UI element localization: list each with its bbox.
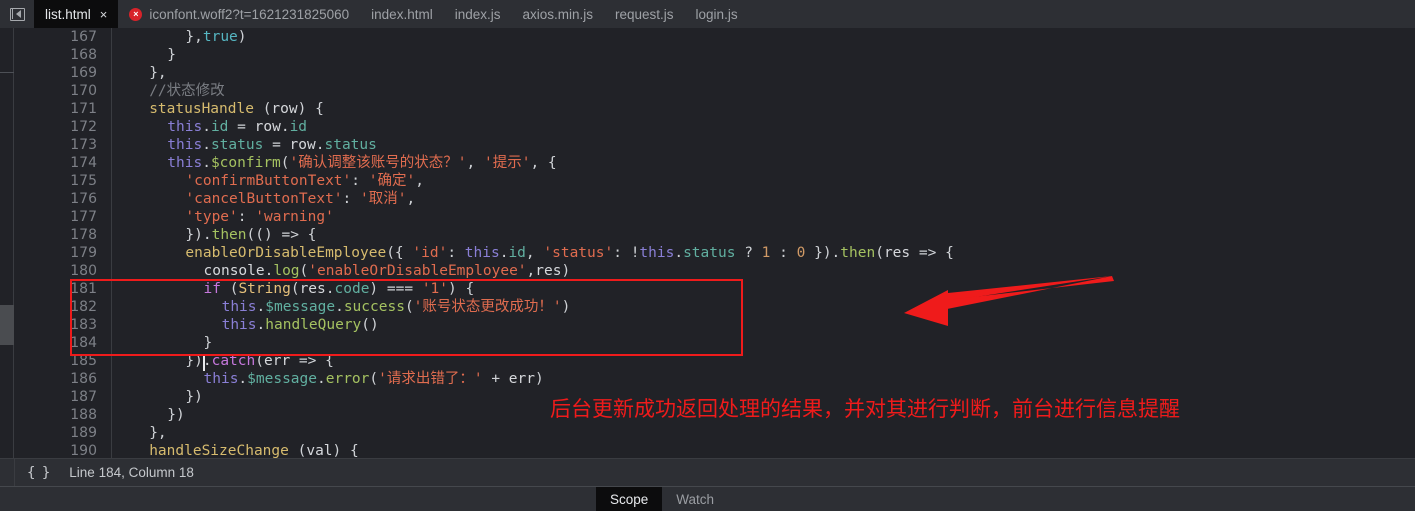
- tab-label: login.js: [695, 6, 738, 22]
- tab-label: request.js: [615, 6, 674, 22]
- tab-label: axios.min.js: [522, 6, 594, 22]
- code-line-186: this.$message.error('请求出错了：' + err): [203, 371, 544, 387]
- code-line-175: 'confirmButtonText': '确定',: [185, 173, 424, 189]
- annotation-note: 后台更新成功返回处理的结果，并对其进行判断，前台进行信息提醒: [550, 397, 1180, 421]
- line-number: 173: [70, 137, 97, 153]
- code-line-177: 'type': 'warning': [185, 209, 334, 225]
- line-number: 188: [70, 407, 97, 423]
- code-line-187: }): [185, 389, 203, 405]
- code-line-179: enableOrDisableEmployee({ 'id': this.id,…: [185, 245, 954, 261]
- code-line-183: this.handleQuery(): [221, 317, 379, 333]
- editor-tab-index[interactable]: index.html: [360, 0, 444, 28]
- tab-label: list.html: [45, 6, 91, 22]
- line-number: 185: [70, 353, 97, 369]
- code-line-185: }).catch(err => {: [185, 353, 334, 369]
- line-number: 167: [70, 29, 97, 45]
- editor-tab-index[interactable]: index.js: [444, 0, 512, 28]
- code-line-168: }: [167, 47, 177, 63]
- code-line-174: this.$confirm('确认调整该账号的状态？', '提示', {: [167, 155, 557, 171]
- code-line-169: },: [149, 65, 167, 81]
- editor-code-area[interactable]: },true)}}, //状态修改 statusHandle (row) { this…: [113, 28, 1415, 458]
- line-number: 177: [70, 209, 97, 225]
- code-line-176: 'cancelButtonText': '取消',: [185, 191, 416, 207]
- line-number: 168: [70, 47, 97, 63]
- code-line-178: }).then(() => {: [185, 227, 317, 243]
- code-line-188: }): [167, 407, 185, 423]
- tab-label: index.html: [371, 6, 433, 22]
- code-line-171: statusHandle (row) {: [149, 101, 324, 117]
- line-number: 182: [70, 299, 97, 315]
- line-number: 171: [70, 101, 97, 117]
- line-number: 187: [70, 389, 97, 405]
- scroll-thumb[interactable]: [0, 305, 14, 345]
- editor-tab-iconfont[interactable]: iconfont.woff2?t=1621231825060: [118, 0, 360, 28]
- code-line-181: if (String(res.code) === '1') {: [203, 281, 475, 297]
- line-number: 170: [70, 83, 97, 99]
- editor-overview-ruler[interactable]: [0, 28, 14, 458]
- code-line-190: handleSizeChange (val) {: [149, 443, 359, 458]
- cursor-position-label[interactable]: Line 184, Column 18: [69, 465, 194, 480]
- line-number: 184: [70, 335, 97, 351]
- status-bar: { } Line 184, Column 18: [0, 458, 1415, 487]
- debugger-tab-list: Scope Watch: [596, 487, 728, 511]
- text-caret: [203, 354, 205, 371]
- line-number: 186: [70, 371, 97, 387]
- line-number: 179: [70, 245, 97, 261]
- line-number: 180: [70, 263, 97, 279]
- line-number: 172: [70, 119, 97, 135]
- editor-window: list.html × iconfont.woff2?t=1621231825060…: [0, 0, 1415, 511]
- toggle-panel-icon[interactable]: [0, 0, 34, 28]
- code-line-167: },true): [185, 29, 247, 45]
- code-line-180: console.log('enableOrDisableEmployee',re…: [203, 263, 571, 279]
- debugger-panel: Scope Watch: [0, 486, 1415, 511]
- line-number: 189: [70, 425, 97, 441]
- tab-label: index.js: [454, 6, 501, 22]
- tab-close-icon[interactable]: ×: [100, 8, 108, 21]
- code-line-173: this.status = row.status: [167, 137, 377, 153]
- editor-tab-login[interactable]: login.js: [685, 0, 749, 28]
- code-line-189: },: [149, 425, 167, 441]
- tab-error-icon: [129, 7, 143, 21]
- debugger-tab-watch[interactable]: Watch: [662, 487, 728, 511]
- line-number: 178: [70, 227, 97, 243]
- line-number: 175: [70, 173, 97, 189]
- line-number: 176: [70, 191, 97, 207]
- tab-label: iconfont.woff2?t=1621231825060: [149, 6, 350, 22]
- line-number: 174: [70, 155, 97, 171]
- code-line-182: this.$message.success('账号状态更改成功！'): [221, 299, 571, 315]
- code-line-184: }: [203, 335, 213, 351]
- line-number: 190: [70, 443, 97, 458]
- editor-gutter: 167 168 169 170 171 172 173 174 175 176 177 178 179 1…: [14, 28, 112, 458]
- code-line-170: //状态修改: [149, 83, 225, 99]
- line-number: 181: [70, 281, 97, 297]
- editor-tab-axios[interactable]: axios.min.js: [511, 0, 604, 28]
- status-divider: [14, 458, 15, 487]
- line-number: 169: [70, 65, 97, 81]
- debugger-tab-scope[interactable]: Scope: [596, 487, 663, 511]
- json-brace-icon[interactable]: { }: [27, 465, 50, 481]
- line-number: 183: [70, 317, 97, 333]
- editor-tab-list[interactable]: list.html ×: [34, 0, 119, 28]
- ruler-tick: [0, 72, 14, 73]
- code-line-172: this.id = row.id: [167, 119, 308, 135]
- editor-tab-bar: list.html × iconfont.woff2?t=1621231825060…: [0, 0, 1415, 28]
- panel-left-icon: [9, 7, 25, 21]
- editor-tab-request[interactable]: request.js: [604, 0, 685, 28]
- code-editor[interactable]: 167 168 169 170 171 172 173 174 175 176 177 178 179 1…: [0, 28, 1415, 458]
